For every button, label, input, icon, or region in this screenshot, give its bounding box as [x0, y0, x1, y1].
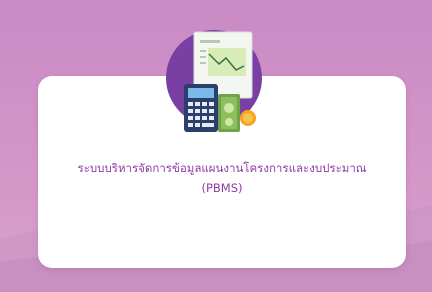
card-title-line-2: (PBMS) [201, 181, 243, 195]
calculator-icon [184, 84, 218, 132]
budget-document-icon [166, 30, 262, 132]
card-title[interactable]: ระบบบริหารจัดการข้อมูลแผนงานโครงการและงบ… [38, 158, 406, 198]
card-title-line-1: ระบบบริหารจัดการข้อมูลแผนงานโครงการและงบ… [77, 161, 367, 175]
